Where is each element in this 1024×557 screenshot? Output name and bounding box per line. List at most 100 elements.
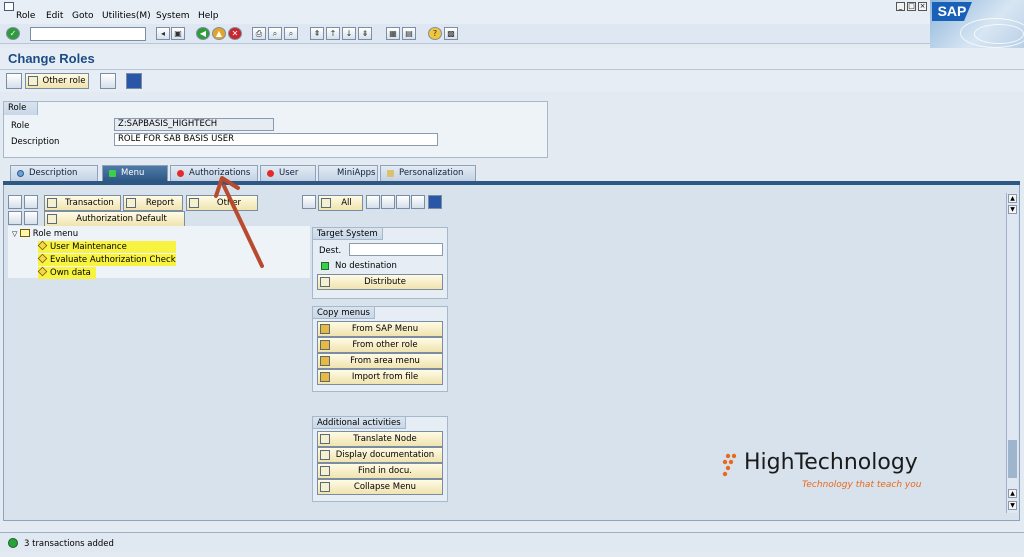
command-field[interactable] — [30, 27, 146, 41]
title-area — [0, 48, 1024, 70]
tab-description[interactable]: Description — [10, 165, 98, 181]
tree-item[interactable]: Own data — [37, 266, 96, 279]
from-sap-menu-button[interactable]: From SAP Menu — [317, 321, 443, 337]
tree-item[interactable]: Evaluate Authorization Check — [37, 253, 176, 266]
tree-root[interactable]: ▽ Role menu — [12, 228, 78, 240]
previous-page-icon[interactable]: ↑ — [326, 27, 340, 40]
delete-icon[interactable] — [302, 195, 316, 209]
description-field[interactable]: ROLE FOR SAB BASIS USER — [114, 133, 438, 146]
print-icon[interactable]: ⎙ — [252, 27, 266, 40]
info-tree-icon[interactable] — [428, 195, 442, 209]
tab-miniapps[interactable]: MiniApps — [318, 165, 378, 181]
other-role-button[interactable]: Other role — [25, 73, 89, 89]
application-toolbar — [0, 70, 1024, 92]
last-page-icon[interactable]: ⇟ — [358, 27, 372, 40]
back-icon[interactable]: ◀ — [196, 27, 210, 40]
from-area-menu-button[interactable]: From area menu — [317, 353, 443, 369]
info-icon[interactable] — [126, 73, 142, 89]
authorization-default-button[interactable]: Authorization Default — [44, 211, 185, 227]
layout-menu-icon[interactable]: ▩ — [444, 27, 458, 40]
enter-icon[interactable]: ✓ — [6, 27, 20, 40]
folder-new-icon[interactable] — [8, 195, 22, 209]
report-label: Report — [145, 198, 175, 208]
sap-mark: SAP — [932, 2, 972, 21]
find-next-icon[interactable]: ⌕ — [284, 27, 298, 40]
tree-item[interactable]: User Maintenance — [37, 240, 176, 253]
copy-icon — [320, 372, 330, 382]
scroll-up-icon[interactable]: ▲ — [1008, 489, 1017, 498]
display-documentation-button[interactable]: Display documentation — [317, 447, 443, 463]
menu-edit[interactable]: Edit — [46, 11, 63, 21]
vertical-scrollbar[interactable]: ▲ ▼ ▲ ▼ — [1006, 193, 1018, 513]
save-icon[interactable]: ▣ — [171, 27, 185, 40]
transaction-button[interactable]: Transaction — [44, 195, 121, 211]
add-icon — [47, 198, 57, 208]
find-tree-icon[interactable] — [396, 195, 410, 209]
translate-node-button[interactable]: Translate Node — [317, 431, 443, 447]
cancel-icon[interactable]: ✕ — [228, 27, 242, 40]
add-icon — [47, 214, 57, 224]
import-from-file-button[interactable]: Import from file — [317, 369, 443, 385]
move-down-icon[interactable] — [8, 211, 22, 225]
menu-help[interactable]: Help — [198, 11, 219, 21]
tab-personalization[interactable]: Personalization — [380, 165, 476, 181]
help-icon[interactable]: ? — [428, 27, 442, 40]
tab-label: User — [279, 168, 299, 178]
shortcut-icon[interactable]: ▤ — [402, 27, 416, 40]
hierarchy-icon[interactable] — [100, 73, 116, 89]
panel-top-border — [3, 181, 1020, 185]
close-window-button[interactable]: × — [918, 2, 927, 11]
all-label: All — [341, 198, 352, 208]
transaction-label: Transaction — [65, 198, 114, 208]
delete-all-button[interactable]: All — [318, 195, 363, 211]
scroll-down-icon[interactable]: ▼ — [1008, 205, 1017, 214]
brand-tagline: Technology that teach you — [802, 480, 922, 490]
report-button[interactable]: Report — [123, 195, 183, 211]
button-label: Translate Node — [353, 434, 417, 444]
print-tree-icon[interactable] — [381, 195, 395, 209]
tab-label: Description — [29, 168, 78, 178]
edit-pencil-icon[interactable] — [6, 73, 22, 89]
window-icon[interactable] — [4, 2, 14, 11]
status-green-icon — [109, 170, 116, 177]
back-small-icon[interactable]: ◂ — [156, 27, 170, 40]
next-page-icon[interactable]: ↓ — [342, 27, 356, 40]
edit-icon[interactable] — [24, 195, 38, 209]
transaction-cube-icon — [37, 253, 48, 264]
menu-goto[interactable]: Goto — [72, 11, 94, 21]
from-other-role-button[interactable]: From other role — [317, 337, 443, 353]
find-icon[interactable]: ⌕ — [268, 27, 282, 40]
menu-role[interactable]: Role — [16, 11, 35, 21]
distribute-button[interactable]: Distribute — [317, 274, 443, 290]
tab-menu[interactable]: Menu — [102, 165, 168, 181]
tree-root-label: Role menu — [32, 229, 79, 239]
tree-item-label: Evaluate Authorization Check — [50, 255, 176, 265]
target-system-title: Target System — [313, 228, 383, 240]
status-red-icon — [177, 170, 184, 177]
folder-icon — [20, 229, 31, 237]
zoom-icon[interactable] — [366, 195, 380, 209]
maximize-button[interactable]: □ — [907, 2, 916, 11]
menu-system[interactable]: System — [156, 11, 190, 21]
find-in-docu-button[interactable]: Find in docu. — [317, 463, 443, 479]
authorization-default-label: Authorization Default — [76, 214, 167, 224]
magnifier-icon — [17, 170, 24, 177]
role-field[interactable]: Z:SAPBASIS_HIGHTECH — [114, 118, 274, 131]
dest-label: Dest. — [319, 246, 342, 256]
minimize-button[interactable]: _ — [896, 2, 905, 11]
collapse-menu-button[interactable]: Collapse Menu — [317, 479, 443, 495]
scroll-up-icon[interactable]: ▲ — [1008, 194, 1017, 203]
new-session-icon[interactable]: ▦ — [386, 27, 400, 40]
move-up-icon[interactable] — [24, 211, 38, 225]
menu-bar: Role Edit Goto Utilities(M) System Help … — [0, 0, 1024, 24]
find-next-tree-icon[interactable] — [411, 195, 425, 209]
menu-utilities[interactable]: Utilities(M) — [102, 11, 151, 21]
success-icon — [8, 538, 18, 548]
dest-field[interactable] — [349, 243, 443, 256]
ripple-decoration — [974, 24, 1024, 44]
scroll-thumb[interactable] — [1008, 440, 1017, 478]
binoculars-icon — [320, 466, 330, 476]
scroll-down-icon[interactable]: ▼ — [1008, 501, 1017, 510]
first-page-icon[interactable]: ⇞ — [310, 27, 324, 40]
exit-icon[interactable]: ▲ — [212, 27, 226, 40]
